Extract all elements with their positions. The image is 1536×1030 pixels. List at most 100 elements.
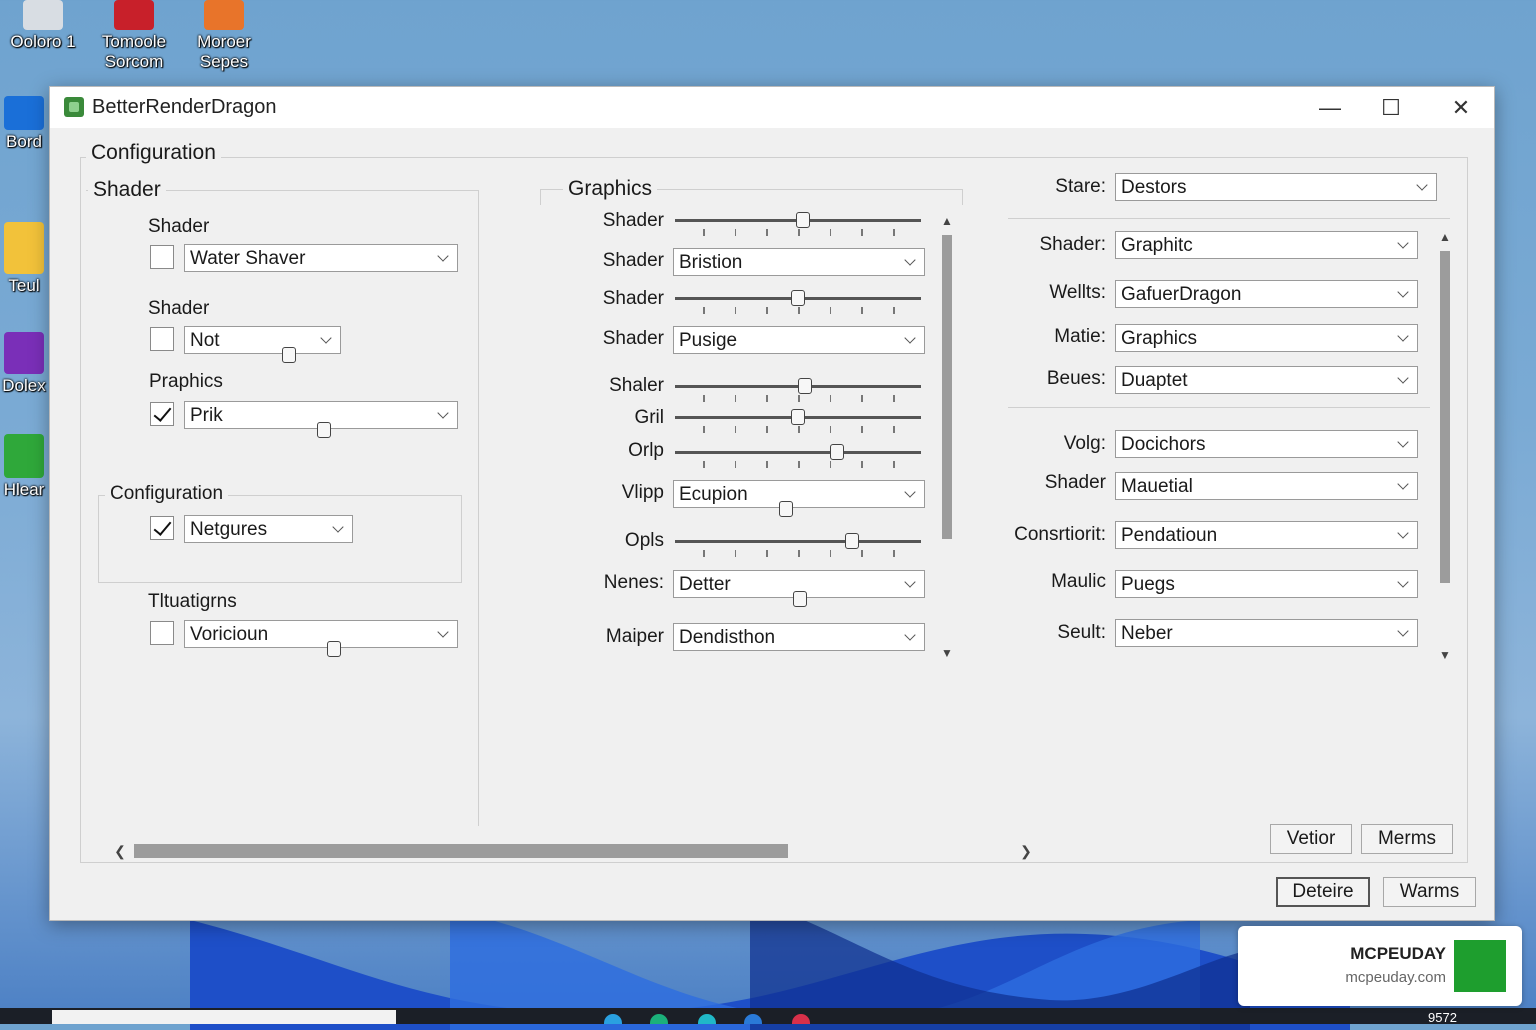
vetior-button[interactable]: Vetior [1270, 824, 1352, 854]
warms-button[interactable]: Warms [1383, 877, 1476, 907]
slider-thumb[interactable] [795, 212, 810, 228]
slider-thumb[interactable] [830, 444, 845, 460]
browser-icon [4, 96, 44, 130]
slider-tick [861, 395, 863, 402]
minimize-button[interactable]: — [1300, 87, 1360, 128]
graphics-row-3-slider[interactable] [675, 289, 921, 319]
maximize-button[interactable]: ☐ [1361, 87, 1421, 128]
right-vertical-scrollbar[interactable]: ▲ ▼ [1437, 229, 1453, 663]
slider-thumb[interactable] [327, 641, 341, 657]
right-row-5-combo[interactable]: Docichors [1115, 430, 1418, 458]
graphics-row-9-slider[interactable] [675, 532, 921, 562]
graphics-row-4-combo[interactable]: Pusige [673, 326, 925, 354]
slider-tick [766, 229, 768, 236]
slider-thumb[interactable] [791, 409, 805, 425]
chevron-down-icon [437, 407, 451, 421]
desktop-icon-folder[interactable]: Teul [0, 222, 48, 296]
slider-thumb[interactable] [779, 501, 793, 517]
right-row-2-combo[interactable]: GafuerDragon [1115, 280, 1418, 308]
slider-tick [766, 550, 768, 557]
shader-row-1-combo[interactable]: Water Shaver [184, 244, 458, 272]
graphics-scroll-thumb[interactable] [942, 235, 952, 539]
slider-track[interactable] [675, 451, 921, 454]
praphics-slider-handle[interactable] [184, 421, 458, 451]
shader-group-legend: Shader [88, 178, 166, 202]
scroll-down-icon[interactable]: ▼ [939, 645, 955, 661]
graphics-row-11-combo[interactable]: Dendisthon [673, 623, 925, 651]
chevron-down-icon [904, 254, 918, 268]
desktop-icon-app-2[interactable]: Moroer Sepes [181, 0, 267, 72]
scroll-left-icon[interactable]: ❮ [112, 843, 128, 859]
slider-thumb[interactable] [798, 378, 813, 394]
chevron-down-icon [1397, 372, 1411, 386]
desktop-icon-computer[interactable]: Ooloro 1 [0, 0, 86, 52]
graphics-row-10-slider-handle[interactable] [673, 590, 925, 620]
chevron-down-icon [1416, 179, 1430, 193]
slider-thumb[interactable] [282, 347, 296, 363]
praphics-checkbox[interactable] [150, 402, 174, 426]
horizontal-scroll-thumb[interactable] [134, 844, 788, 858]
app-icon-orange [204, 0, 244, 30]
slider-tick [734, 426, 737, 433]
chevron-down-icon [904, 576, 918, 590]
graphics-row-6-slider[interactable] [675, 408, 921, 438]
slider-thumb[interactable] [317, 422, 331, 438]
slider-thumb[interactable] [791, 290, 805, 306]
graphics-row-5-label: Shaler [609, 375, 664, 396]
scroll-up-icon[interactable]: ▲ [1437, 229, 1453, 245]
desktop-icon-green[interactable]: Hlear [0, 434, 48, 500]
taskbar-search-box[interactable] [52, 1010, 396, 1024]
tltuatigrns-checkbox[interactable] [150, 621, 174, 645]
graphics-row-2-combo[interactable]: Bristion [673, 248, 925, 276]
right-scroll-thumb[interactable] [1440, 251, 1450, 583]
graphics-row-11-label: Maiper [605, 626, 664, 647]
desktop-icon-app-1[interactable]: Tomoole Sorcom [91, 0, 177, 72]
right-row-7-combo[interactable]: Pendatioun [1115, 521, 1418, 549]
scroll-down-icon[interactable]: ▼ [1437, 647, 1453, 663]
slider-tick [766, 395, 768, 402]
slider-tick [703, 426, 705, 433]
graphics-row-4-label: Shader [602, 328, 664, 349]
slider-tick [734, 395, 737, 402]
slider-thumb[interactable] [845, 533, 860, 549]
right-row-6-combo[interactable]: Mauetial [1115, 472, 1418, 500]
graphics-row-1-slider[interactable] [675, 211, 921, 241]
desktop-icon-edge[interactable]: Bord [0, 96, 48, 152]
chevron-down-icon [332, 521, 346, 535]
slider-thumb[interactable] [793, 591, 807, 607]
state-combo[interactable]: Destors [1115, 173, 1437, 201]
slider-tick [893, 307, 895, 314]
chevron-down-icon [1397, 625, 1411, 639]
slider-tick [829, 426, 832, 433]
shader-row-2-checkbox[interactable] [150, 327, 174, 351]
right-row-3-label: Matie: [1054, 326, 1106, 347]
graphics-row-10-label: Nenes: [603, 572, 664, 593]
graphics-row-8-slider-handle[interactable] [673, 500, 925, 530]
right-row-9-combo[interactable]: Neber [1115, 619, 1418, 647]
slider-track[interactable] [675, 540, 921, 543]
shader-row-1-checkbox[interactable] [150, 245, 174, 269]
deteire-button[interactable]: Deteire [1276, 877, 1370, 907]
graphics-row-7-slider[interactable] [675, 443, 921, 473]
slider-tick [734, 461, 737, 468]
netgures-checkbox[interactable] [150, 516, 174, 540]
title-bar[interactable]: BetterRenderDragon — ☐ ✕ [50, 87, 1494, 128]
graphics-vertical-scrollbar[interactable]: ▲ ▼ [939, 213, 955, 663]
voricioun-slider-handle[interactable] [184, 640, 458, 670]
right-row-4-combo[interactable]: Duaptet [1115, 366, 1418, 394]
right-row-3-combo[interactable]: Graphics [1115, 324, 1418, 352]
slider-tick [893, 550, 895, 557]
graphics-row-5-slider[interactable] [675, 377, 921, 407]
close-button[interactable]: ✕ [1431, 87, 1491, 128]
slider-tick [703, 229, 705, 236]
netgures-combo[interactable]: Netgures [184, 515, 353, 543]
slider-tick [798, 229, 800, 236]
right-row-8-combo[interactable]: Puegs [1115, 570, 1418, 598]
desktop-icon-purple[interactable]: Dolex [0, 332, 48, 396]
right-row-1-combo[interactable]: Graphitc [1115, 231, 1418, 259]
scroll-up-icon[interactable]: ▲ [939, 213, 955, 229]
slider-tick [829, 395, 832, 402]
merms-button[interactable]: Merms [1361, 824, 1453, 854]
shader-row-1-label: Shader [148, 216, 210, 237]
scroll-right-icon[interactable]: ❯ [1018, 843, 1034, 859]
